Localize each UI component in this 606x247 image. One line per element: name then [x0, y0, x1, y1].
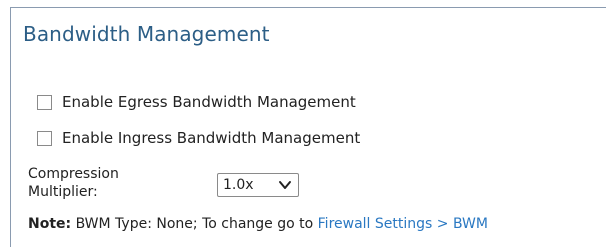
compression-label-line1: Compression [28, 166, 119, 182]
bwm-note: Note: BWM Type: None; To change go to Fi… [28, 216, 488, 232]
compression-multiplier-select[interactable]: 1.0x [217, 173, 299, 197]
ingress-checkbox[interactable] [37, 130, 52, 146]
note-text: BWM Type: None; To change go to [71, 216, 318, 232]
compression-label-line2: Multiplier: [28, 184, 98, 200]
firewall-settings-bwm-link[interactable]: Firewall Settings > BWM [318, 216, 488, 232]
ingress-option-row[interactable]: Enable Ingress Bandwidth Management [37, 129, 360, 147]
egress-option-row[interactable]: Enable Egress Bandwidth Management [37, 93, 356, 111]
egress-checkbox[interactable] [37, 94, 52, 110]
egress-label: Enable Egress Bandwidth Management [62, 93, 356, 111]
compression-selected-value: 1.0x [223, 177, 254, 193]
bandwidth-management-panel: Bandwidth Management Enable Egress Bandw… [10, 7, 606, 247]
section-title: Bandwidth Management [23, 22, 270, 46]
ingress-label: Enable Ingress Bandwidth Management [62, 129, 361, 147]
chevron-down-icon [279, 181, 291, 189]
note-prefix: Note: [28, 216, 72, 232]
compression-multiplier-label: Compression Multiplier: [28, 165, 178, 201]
